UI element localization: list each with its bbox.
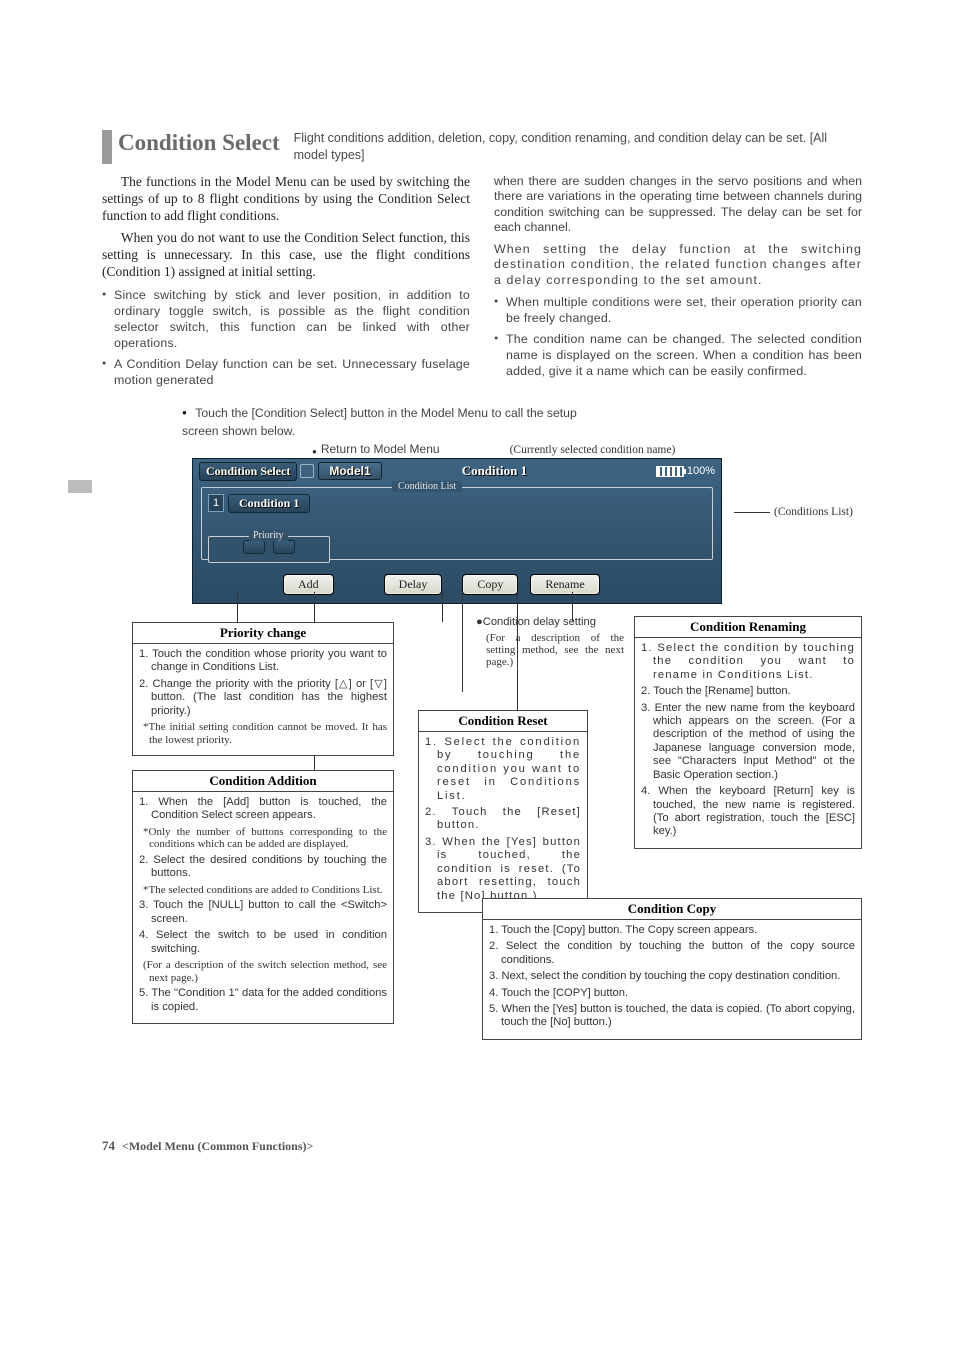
box-condition-reset: Condition Reset 1. Select the condition … [418, 710, 588, 913]
copy-button[interactable]: Copy [462, 574, 518, 595]
priority-label: Priority [249, 530, 288, 541]
condition-list-panel: Condition List 1 Condition 1 Priority [201, 487, 713, 560]
right-bullets: When multiple conditions were set, their… [494, 294, 862, 379]
box-priority-change: Priority change 1. Touch the condition w… [132, 622, 394, 756]
copy-step-5: 5. When the [Yes] button is touched, the… [489, 1003, 855, 1030]
touch-note-text: Touch the [Condition Select] button in t… [182, 406, 577, 438]
connector-line [237, 592, 238, 622]
copy-step-4: 4. Touch the [COPY] button. [489, 987, 855, 1000]
addition-note-2: *The selected conditions are added to Co… [139, 884, 387, 897]
addition-note-1: *Only the number of buttons correspondin… [139, 826, 387, 851]
battery-indicator: 100% [656, 465, 715, 477]
screenshot-wrap: Condition Select Model1 Condition 1 100%… [102, 458, 862, 604]
box-copy-title: Condition Copy [483, 899, 861, 920]
rename-step-2: 2. Touch the [Rename] button. [641, 685, 855, 698]
box-addition-title: Condition Addition [133, 771, 393, 792]
addition-note-3: (For a description of the switch selecti… [139, 959, 387, 984]
right-bullet-2: The condition name can be changed. The s… [494, 331, 862, 379]
page-subtitle: Flight conditions addition, deletion, co… [294, 130, 862, 164]
right-bullet-1: When multiple conditions were set, their… [494, 294, 862, 326]
box-priority-title: Priority change [133, 623, 393, 644]
battery-percent: 100% [687, 465, 715, 477]
right-cont: when there are sudden changes in the ser… [494, 174, 862, 236]
rename-step-3: 3. Enter the new name from the keyboard … [641, 702, 855, 783]
addition-step-2: 2. Select the desired conditions by touc… [139, 854, 387, 881]
box-condition-copy: Condition Copy 1. Touch the [Copy] butto… [482, 898, 862, 1040]
right-cont2: When setting the delay function at the s… [494, 242, 862, 289]
reset-step-1: 1. Select the condition by touching the … [425, 736, 581, 803]
bullet-icon: ● [182, 408, 191, 417]
rename-button[interactable]: Rename [530, 574, 599, 595]
reset-step-3: 3. When the [Yes] button is touched, the… [425, 836, 581, 903]
priority-note: *The initial setting condition cannot be… [139, 721, 387, 746]
lower-area: ●Condition delay setting (For a descript… [102, 610, 862, 1130]
priority-step-1: 1. Touch the condition whose priority yo… [139, 648, 387, 675]
addition-step-5: 5. The "Condition 1" data for the added … [139, 987, 387, 1014]
box-condition-addition: Condition Addition 1. When the [Add] but… [132, 770, 394, 1025]
callout-conditions-list: (Conditions List) [734, 506, 853, 518]
copy-step-1: 1. Touch the [Copy] button. The Copy scr… [489, 924, 855, 937]
priority-up-button[interactable] [243, 540, 265, 554]
condition-row-name-button[interactable]: Condition 1 [228, 494, 310, 513]
condition-select-button[interactable]: Condition Select [199, 462, 297, 481]
intro-right: when there are sudden changes in the ser… [494, 174, 862, 392]
page-title: Condition Select [118, 130, 294, 156]
connector-line [462, 592, 463, 692]
intro-columns: The functions in the Model Menu can be u… [102, 174, 862, 392]
callout-row: ● Return to Model Menu (Currently select… [312, 442, 862, 456]
left-bullets: Since switching by stick and lever posit… [102, 287, 470, 388]
page-number: 74 [102, 1138, 115, 1153]
priority-panel: Priority [208, 536, 330, 563]
device-screen: Condition Select Model1 Condition 1 100%… [192, 458, 722, 604]
screen-toolbar: Add Delay Copy Rename [193, 564, 721, 603]
condition-row-1: 1 Condition 1 [208, 494, 706, 513]
leader-line [734, 512, 770, 513]
intro-left: The functions in the Model Menu can be u… [102, 174, 470, 392]
transmitter-icon [300, 464, 314, 478]
delay-button[interactable]: Delay [384, 574, 443, 595]
touch-note: ● Touch the [Condition Select] button in… [182, 404, 582, 440]
rename-step-1: 1. Select the condition by touching the … [641, 642, 855, 682]
connector-line [442, 592, 443, 622]
left-bullet-1: Since switching by stick and lever posit… [102, 287, 470, 352]
delay-note-sub: (For a description of the setting method… [476, 632, 624, 668]
left-bullet-2: A Condition Delay function can be set. U… [102, 356, 470, 388]
page-footer: 74 <Model Menu (Common Functions)> [102, 1138, 862, 1154]
copy-step-3: 3. Next, select the condition by touchin… [489, 970, 855, 983]
condition-list-label: Condition List [392, 481, 462, 492]
intro-p1: The functions in the Model Menu can be u… [102, 174, 470, 225]
condition-row-number: 1 [208, 494, 224, 512]
callout-bullet-icon: ● [312, 447, 317, 456]
screen-header: Condition Select Model1 Condition 1 100% [193, 459, 721, 483]
delay-note-head: ●Condition delay setting [476, 616, 624, 628]
intro-p2: When you do not want to use the Conditio… [102, 230, 470, 281]
addition-step-3: 3. Touch the [NULL] button to call the <… [139, 899, 387, 926]
addition-step-1: 1. When the [Add] button is touched, the… [139, 796, 387, 823]
rename-step-4: 4. When the keyboard [Return] key is tou… [641, 785, 855, 839]
reset-step-2: 2. Touch the [Reset] button. [425, 806, 581, 833]
addition-step-4: 4. Select the switch to be used in condi… [139, 929, 387, 956]
delay-note: ●Condition delay setting (For a descript… [476, 616, 624, 668]
side-tab [68, 480, 92, 493]
priority-step-2: 2. Change the priority with the priority… [139, 678, 387, 718]
battery-icon [656, 466, 684, 477]
callout-current: (Currently selected condition name) [510, 444, 676, 456]
callout-return: Return to Model Menu [321, 442, 440, 456]
priority-down-button[interactable] [273, 540, 295, 554]
box-condition-renaming: Condition Renaming 1. Select the conditi… [634, 616, 862, 849]
box-rename-title: Condition Renaming [635, 617, 861, 638]
title-row: Condition Select Flight conditions addit… [102, 130, 862, 164]
current-condition-label: Condition 1 [462, 463, 527, 479]
footer-section: <Model Menu (Common Functions)> [122, 1139, 313, 1153]
add-button[interactable]: Add [283, 574, 334, 595]
copy-step-2: 2. Select the condition by touching the … [489, 940, 855, 967]
model-label[interactable]: Model1 [318, 462, 381, 480]
box-reset-title: Condition Reset [419, 711, 587, 732]
